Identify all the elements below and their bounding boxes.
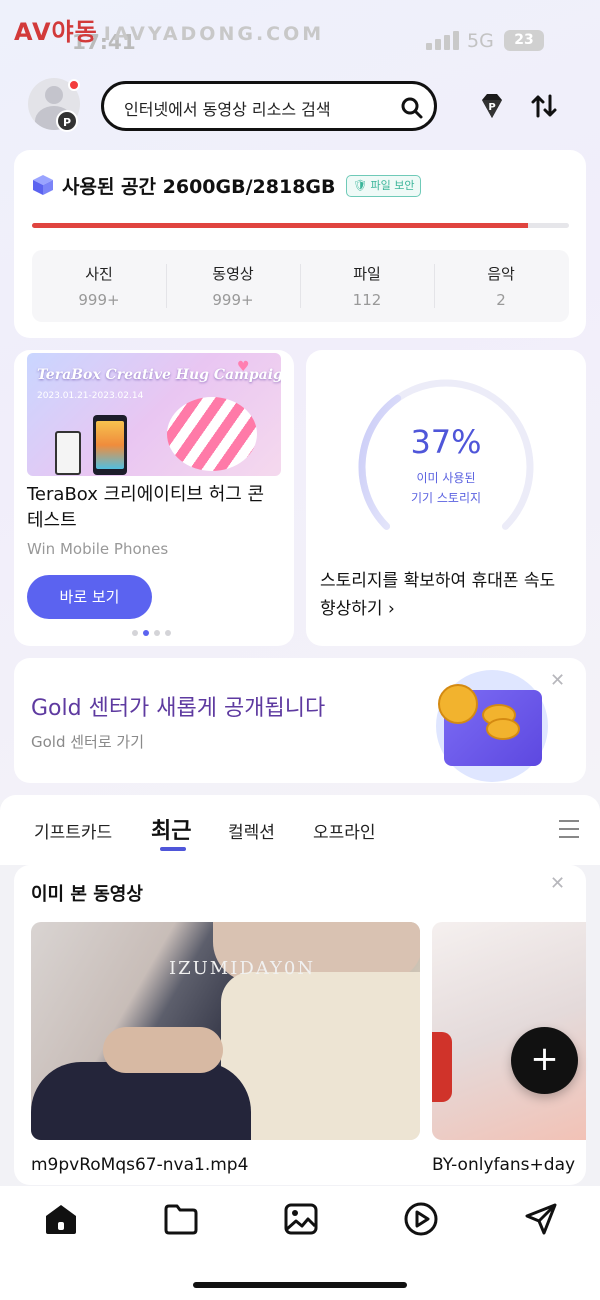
close-icon[interactable]: ✕ (550, 873, 565, 894)
stat-photos[interactable]: 사진 999+ (32, 250, 166, 322)
storage-used-label: 사용된 공간 2600GB/2818GB (62, 176, 336, 198)
stat-music[interactable]: 음악 2 (434, 250, 568, 322)
free-up-storage-link[interactable]: 스토리지를 확보하여 휴대폰 속도 향상하기 › (320, 567, 570, 623)
diamond-icon[interactable]: P (476, 90, 508, 122)
carousel-dot (165, 630, 171, 636)
device-storage-label-2: 기기 스토리지 (410, 491, 482, 505)
stat-value: 999+ (78, 291, 120, 309)
home-indicator (193, 1282, 407, 1288)
stat-label: 파일 (353, 265, 381, 283)
file-security-badge[interactable]: 🛡 파일 보안 (346, 175, 422, 197)
cube-icon (33, 175, 53, 195)
stat-label: 사진 (85, 265, 113, 283)
stat-value: 999+ (212, 291, 254, 309)
video-filename[interactable]: m9pvRoMqs67-nva1.mp4 (31, 1155, 248, 1175)
tab-giftcard[interactable]: 기프트카드 (34, 818, 112, 843)
battery-icon: 23 (504, 30, 544, 51)
thumbnail-watermark: IZUMIDAY0N (169, 958, 316, 979)
stat-value: 2 (496, 291, 506, 309)
send-icon[interactable] (522, 1200, 560, 1238)
signal-icon (426, 30, 460, 50)
close-icon[interactable]: ✕ (550, 670, 565, 691)
storage-gauge (358, 379, 534, 530)
device-storage-label-1: 이미 사용된 (416, 471, 476, 485)
carousel-dot (143, 630, 149, 636)
transfer-icon[interactable] (530, 92, 558, 120)
carousel-dot (154, 630, 160, 636)
notification-dot (68, 79, 80, 91)
watermark-url: IAVYADONG.COM (103, 23, 325, 45)
promo-image-dates: 2023.01.21-2023.02.14 (37, 391, 144, 401)
tab-collection[interactable]: 컬렉션 (228, 818, 275, 843)
search-placeholder: 인터넷에서 동영상 리소스 검색 (124, 100, 331, 119)
promo-subtitle: Win Mobile Phones (27, 540, 169, 558)
avatar-premium-badge: P (56, 110, 78, 132)
network-type: 5G (467, 30, 494, 52)
search-icon[interactable] (400, 96, 424, 120)
promo-title: TeraBox 크리에이티브 허그 콘테스트 (27, 484, 265, 531)
diamond-badge: P (488, 102, 495, 113)
add-button[interactable]: + (511, 1027, 578, 1094)
promo-banner-image[interactable]: TeraBox Creative Hug Campaign 2023.01.21… (27, 353, 281, 476)
gauge-fill (358, 394, 402, 530)
folder-icon[interactable] (162, 1200, 200, 1238)
watermark-brand: AV야동 (14, 18, 98, 46)
storage-progress-fill (32, 223, 528, 228)
carousel-dot (132, 630, 138, 636)
gold-center-link[interactable]: Gold 센터로 가기 (31, 731, 144, 752)
view-now-button[interactable]: 바로 보기 (27, 575, 152, 619)
stat-label: 음악 (487, 265, 515, 283)
watermark: AV야동 IAVYADONG.COM (14, 12, 324, 47)
home-icon[interactable] (42, 1200, 80, 1238)
tab-recent[interactable]: 최근 (151, 813, 191, 845)
tab-active-indicator (160, 847, 186, 851)
file-type-stats: 사진 999+ 동영상 999+ 파일 112 음악 2 (32, 250, 569, 322)
storage-progress-bar (32, 223, 569, 228)
play-icon[interactable] (402, 1200, 440, 1238)
gift-box-icon (438, 684, 542, 766)
carousel-indicator (132, 630, 176, 636)
stat-value: 112 (352, 291, 382, 309)
stat-files[interactable]: 파일 112 (300, 250, 434, 322)
gold-center-title: Gold 센터가 새롭게 공개됩니다 (31, 696, 326, 721)
file-security-label: 파일 보안 (370, 179, 415, 192)
search-bar[interactable]: 인터넷에서 동영상 리소스 검색 (101, 81, 437, 131)
video-thumbnail[interactable]: IZUMIDAY0N (31, 922, 420, 1140)
menu-icon[interactable] (559, 820, 579, 838)
recently-watched-title: 이미 본 동영상 (31, 884, 143, 905)
image-icon[interactable] (282, 1200, 320, 1238)
video-thumbnail[interactable] (432, 922, 586, 1140)
video-filename[interactable]: BY-onlyfans+day (432, 1155, 586, 1175)
stat-videos[interactable]: 동영상 999+ (166, 250, 300, 322)
device-storage-percent: 37% (410, 423, 482, 461)
tab-offline[interactable]: 오프라인 (313, 818, 376, 843)
stat-label: 동영상 (212, 265, 254, 283)
